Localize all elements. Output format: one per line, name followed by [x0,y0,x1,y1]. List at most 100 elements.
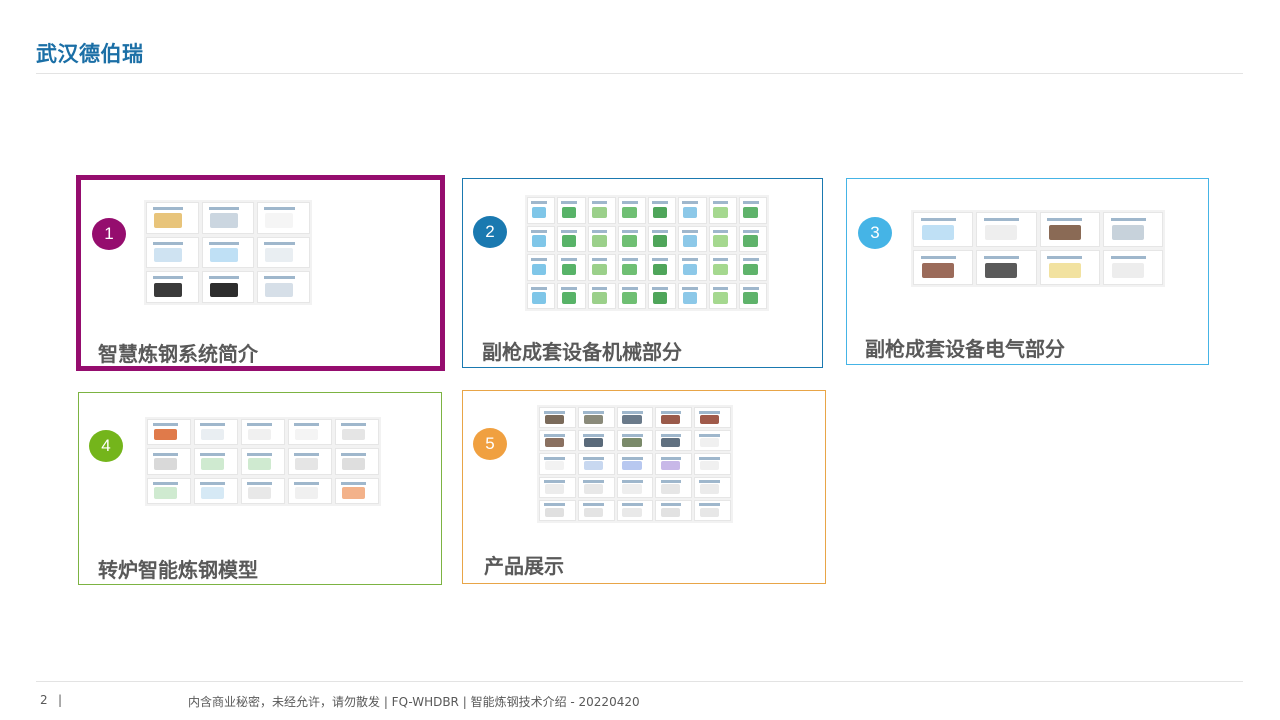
slide-thumbnails-preview [145,417,381,506]
slide-thumbnail [201,271,255,303]
slide-thumbnail [616,476,654,498]
slide-thumbnail [577,407,615,429]
slide-thumbnail [577,430,615,452]
slide-thumbnail [708,225,737,252]
slide-thumbnails-preview [144,200,312,305]
slide-thumbnail [577,499,615,521]
section-title: 转炉智能炼钢模型 [98,558,258,582]
slide-thumbnail [648,225,677,252]
section-title: 产品展示 [484,554,564,578]
slide-thumbnail [738,282,767,309]
slide-thumbnail [147,477,191,504]
slide-thumbnail [194,448,238,475]
slide-thumbnail [1102,250,1163,285]
slide-thumbnail [648,197,677,224]
slide-thumbnail [694,453,731,475]
slide-thumbnail [539,407,576,429]
section-card-1[interactable]: 1 智慧炼钢系统简介 [76,175,445,371]
section-number-badge: 1 [92,218,126,250]
section-title: 副枪成套设备机械部分 [482,340,682,364]
slide-thumbnail [194,419,238,446]
slide-thumbnail [587,282,616,309]
slide-thumbnail [587,197,616,224]
slide-thumbnail [335,419,379,446]
slide-thumbnail [539,430,576,452]
slide-thumbnail [678,254,707,281]
slide-thumbnail [146,271,199,303]
slide-thumbnail [616,407,654,429]
slide-thumbnail [694,476,731,498]
page-number: 2 [40,693,48,707]
slide-thumbnail [708,282,737,309]
slide-thumbnail [257,236,310,269]
slide-thumbnail [976,250,1037,285]
slide-thumbnail [577,476,615,498]
slide-thumbnail [694,499,731,521]
slide-thumbnail [648,254,677,281]
section-title: 副枪成套设备电气部分 [865,337,1065,361]
slide-thumbnail [913,212,974,247]
section-card-3[interactable]: 3 副枪成套设备电气部分 [846,178,1209,365]
slide-thumbnail [708,254,737,281]
slide-thumbnail [655,476,693,498]
slide-thumbnail [617,197,646,224]
slide-thumbnail [976,212,1037,247]
slide-thumbnail [288,477,332,504]
slide-thumbnail [557,282,586,309]
slide-thumbnail [678,225,707,252]
slide-thumbnail [617,282,646,309]
slide-thumbnail [557,225,586,252]
slide-thumbnail [288,419,332,446]
slide-thumbnail [147,448,191,475]
slide-thumbnail [587,254,616,281]
slide-thumbnail [539,499,576,521]
slide-thumbnail [257,271,310,303]
slide-thumbnail [557,197,586,224]
slide-thumbnail [146,202,199,234]
slide-thumbnail [617,254,646,281]
slide-thumbnail [241,448,285,475]
slide-thumbnail [146,236,199,269]
slide-thumbnail [655,453,693,475]
section-card-4[interactable]: 4 转炉智能炼钢模型 [78,392,442,585]
slide-thumbnail [335,477,379,504]
slide-thumbnail [1039,212,1100,247]
section-title: 智慧炼钢系统简介 [98,342,258,366]
slide-thumbnail [616,499,654,521]
header-divider [36,73,1243,74]
section-card-2[interactable]: 2 副枪成套设备机械部分 [462,178,823,368]
slide-thumbnail [678,282,707,309]
slide-thumbnail [738,197,767,224]
section-number-badge: 3 [858,217,892,249]
slide-thumbnail [655,499,693,521]
slide-thumbnail [335,448,379,475]
slide-thumbnail [648,282,677,309]
footer-separator: | [58,693,63,707]
section-number-badge: 5 [473,428,507,460]
slide-thumbnail [738,254,767,281]
slide-thumbnail [201,202,255,234]
slide-thumbnail [1102,212,1163,247]
slide-thumbnail [527,197,556,224]
slide-thumbnail [1039,250,1100,285]
slide-thumbnails-preview [537,405,733,523]
slide-thumbnail [241,419,285,446]
slide-thumbnail [738,225,767,252]
footer-confidentiality-text: 内含商业秘密，未经允许，请勿散发 | FQ-WHDBR | 智能炼钢技术介绍 -… [188,695,640,709]
slide-thumbnail [678,197,707,224]
slide-thumbnail [194,477,238,504]
slide-thumbnail [527,254,556,281]
slide-thumbnail [913,250,974,285]
slide-thumbnail [694,430,731,452]
slide-thumbnail [616,430,654,452]
slide-thumbnail [527,225,556,252]
slide-thumbnail [617,225,646,252]
section-number-badge: 4 [89,430,123,462]
slide-thumbnail [288,448,332,475]
section-card-5[interactable]: 5 产品展示 [462,390,826,584]
company-brand-title: 武汉德伯瑞 [36,42,144,66]
slide-thumbnail [587,225,616,252]
slide-thumbnail [708,197,737,224]
slide-thumbnails-preview [525,195,769,311]
section-number-badge: 2 [473,216,507,248]
